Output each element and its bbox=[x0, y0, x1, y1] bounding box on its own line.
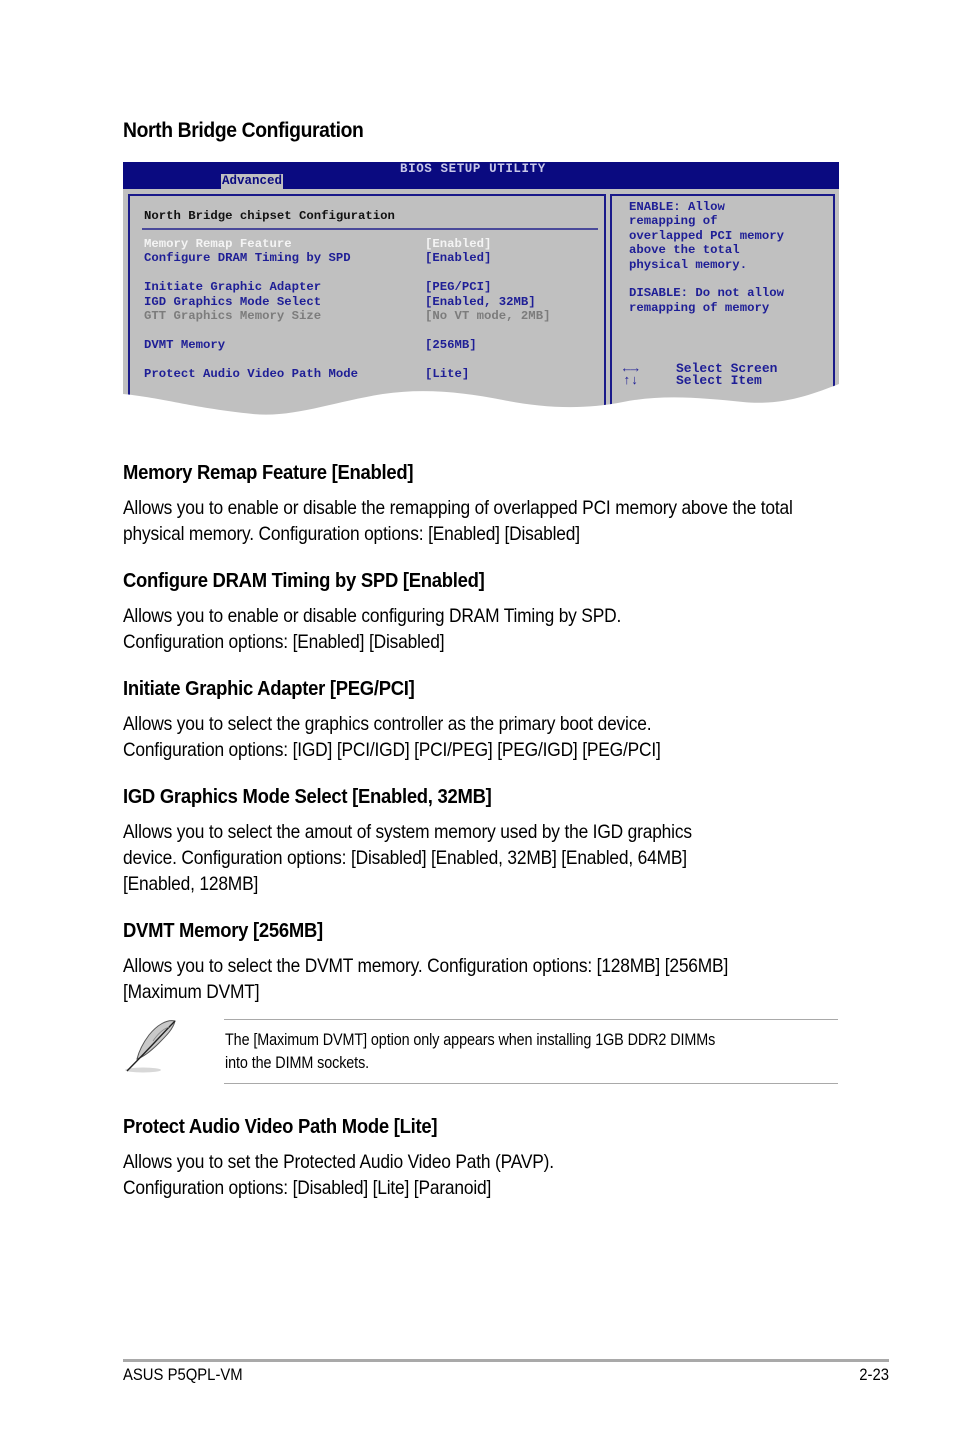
section-body-pavp-mode: Allows you to set the Protected Audio Vi… bbox=[123, 1149, 799, 1201]
body-line: Allows you to enable or disable configur… bbox=[123, 605, 622, 627]
page-title: North Bridge Configuration bbox=[123, 119, 364, 142]
note-bottom-rule bbox=[224, 1083, 838, 1084]
section-body-dram-timing: Allows you to enable or disable configur… bbox=[123, 603, 799, 655]
body-line: Allows you to select the DVMT memory. Co… bbox=[123, 955, 729, 977]
bios-screenshot: BIOS SETUP UTILITY Advanced North Bridge… bbox=[123, 162, 839, 418]
footer-product-name: ASUS P5QPL-VM bbox=[123, 1366, 243, 1384]
note-line: into the DIMM sockets. bbox=[225, 1054, 370, 1072]
feather-pen-icon bbox=[125, 1020, 176, 1073]
section-heading-dvmt-memory: DVMT Memory [256MB] bbox=[123, 919, 323, 942]
body-line: Configuration options: [IGD] [PCI/IGD] [… bbox=[123, 739, 661, 761]
footer-page-number: 2-23 bbox=[859, 1366, 889, 1384]
torn-edge-decoration bbox=[123, 384, 839, 418]
body-line: [Enabled, 128MB] bbox=[123, 873, 259, 895]
section-heading-pavp-mode: Protect Audio Video Path Mode [Lite] bbox=[123, 1115, 438, 1138]
section-heading-graphic-adapter: Initiate Graphic Adapter [PEG/PCI] bbox=[123, 677, 415, 700]
body-line: Configuration options: [Enabled] [Disabl… bbox=[123, 631, 445, 653]
note-text: The [Maximum DVMT] option only appears w… bbox=[225, 1029, 851, 1075]
body-line: Configuration options: [Disabled] [Lite]… bbox=[123, 1177, 492, 1199]
body-line: Allows you to select the amout of system… bbox=[123, 821, 692, 843]
section-heading-igd-mode: IGD Graphics Mode Select [Enabled, 32MB] bbox=[123, 785, 492, 808]
section-heading-memory-remap: Memory Remap Feature [Enabled] bbox=[123, 461, 414, 484]
note-top-rule bbox=[224, 1019, 838, 1020]
note-line: The [Maximum DVMT] option only appears w… bbox=[225, 1031, 716, 1049]
footer-rule bbox=[123, 1359, 889, 1362]
body-line: [Maximum DVMT] bbox=[123, 981, 260, 1003]
section-body-dvmt-memory: Allows you to select the DVMT memory. Co… bbox=[123, 953, 799, 1005]
body-line: Allows you to set the Protected Audio Vi… bbox=[123, 1151, 554, 1173]
section-body-memory-remap: Allows you to enable or disable the rema… bbox=[123, 497, 793, 545]
body-line: Allows you to select the graphics contro… bbox=[123, 713, 652, 735]
section-body-graphic-adapter: Allows you to select the graphics contro… bbox=[123, 711, 799, 763]
body-line: device. Configuration options: [Disabled… bbox=[123, 847, 687, 869]
section-body-igd-mode: Allows you to select the amout of system… bbox=[123, 819, 799, 897]
section-heading-dram-timing: Configure DRAM Timing by SPD [Enabled] bbox=[123, 569, 485, 592]
